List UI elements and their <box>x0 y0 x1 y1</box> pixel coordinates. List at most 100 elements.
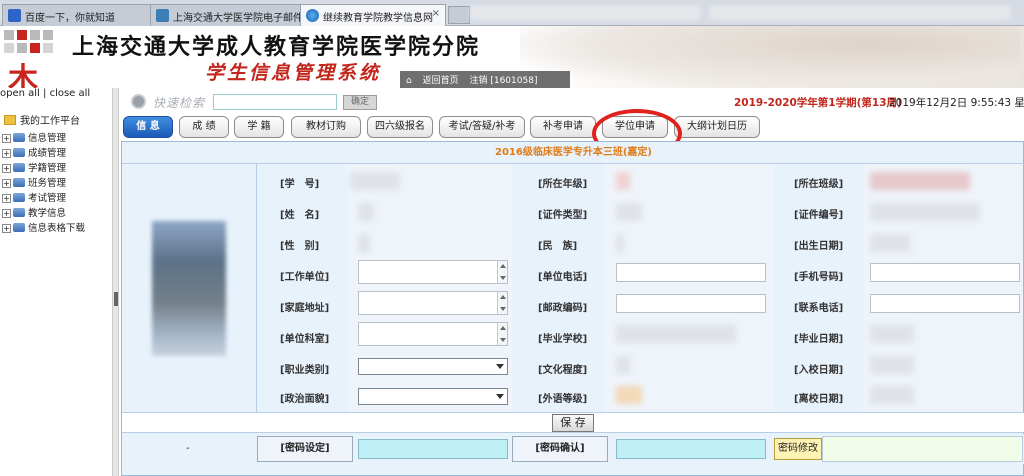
scroll-arrows-icon[interactable] <box>497 261 507 283</box>
expand-icon[interactable]: + <box>2 149 11 158</box>
tab-status[interactable]: 学 籍 <box>234 116 284 138</box>
unit-phone-field[interactable] <box>616 263 766 282</box>
tree-controls-separator: | <box>43 88 47 99</box>
student-photo <box>152 221 226 356</box>
banner-decoration <box>520 26 1020 88</box>
browser-tab-mail[interactable]: 上海交通大学医学院电子邮件... <box>150 4 302 26</box>
sidebar-item-grades[interactable]: + 成绩管理 <box>2 145 66 159</box>
scroll-arrows-icon[interactable] <box>497 292 507 314</box>
occupation-select[interactable] <box>358 358 508 375</box>
field-label: [出生日期] <box>794 241 844 252</box>
open-all-link[interactable]: open all <box>0 88 40 99</box>
sidebar-item-downloads[interactable]: + 信息表格下载 <box>2 220 85 234</box>
sidebar-item-label: 学籍管理 <box>28 163 67 174</box>
expand-icon[interactable]: + <box>2 224 11 233</box>
field-label: [联系电话] <box>794 303 844 314</box>
mobile-field[interactable] <box>870 263 1020 282</box>
tab-info[interactable]: 信 息 <box>123 116 173 138</box>
close-all-link[interactable]: close all <box>50 88 91 99</box>
expand-icon[interactable]: + <box>2 134 11 143</box>
tab-textbook[interactable]: 教材订购 <box>291 116 361 138</box>
sidebar-item-exam[interactable]: + 考试管理 <box>2 190 66 204</box>
leave-date-value <box>870 386 914 404</box>
home-address-field[interactable] <box>358 291 508 315</box>
class-title: 2016级临床医学专升本三班(嘉定) <box>122 142 1024 164</box>
tab-grades[interactable]: 成 绩 <box>179 116 229 138</box>
expand-icon[interactable]: + <box>2 209 11 218</box>
field-label: [入校日期] <box>794 365 844 376</box>
sidebar-item-teaching[interactable]: + 教学信息 <box>2 205 66 219</box>
sidebar-item-status[interactable]: + 学籍管理 <box>2 160 66 174</box>
field-label: [职业类别] <box>280 365 330 376</box>
field-label: [性 别] <box>280 241 320 252</box>
search-input[interactable] <box>213 94 337 110</box>
sidebar-item-class[interactable]: + 班务管理 <box>2 175 66 189</box>
contact-phone-field[interactable] <box>870 294 1020 313</box>
field-label: [学 号] <box>280 179 320 190</box>
top-links-bar: ⌂ 返回首页 注销 [1601058] <box>400 71 570 88</box>
gender-value <box>358 234 370 252</box>
datetime-text: 2019年12月2日 9:55:43 星期一 <box>889 97 1024 109</box>
tree-root[interactable]: 我的工作平台 <box>4 112 80 127</box>
new-tab-button[interactable] <box>448 6 470 24</box>
sidebar-item-label: 考试管理 <box>28 193 67 204</box>
password-set-input[interactable] <box>358 439 508 459</box>
save-button[interactable]: 保 存 <box>552 414 594 432</box>
student-id-value <box>350 172 400 190</box>
mail-favicon-icon <box>156 9 169 22</box>
browser-tab-active[interactable]: 继续教育学院教学信息网 × <box>300 4 446 26</box>
baidu-favicon-icon <box>8 9 21 22</box>
field-label: [手机号码] <box>794 272 844 283</box>
field-label: [政治面貌] <box>280 394 330 405</box>
tab-syllabus[interactable]: 大纲计划日历 <box>674 116 760 138</box>
search-label: 快速检索 <box>153 96 206 110</box>
close-tab-icon[interactable]: × <box>432 8 440 19</box>
password-modify-button[interactable]: 密码修改 <box>774 438 822 460</box>
value-column <box>863 164 1023 412</box>
field-label: [文化程度] <box>538 365 588 376</box>
browser-tab-strip: 百度一下，你就知道 上海交通大学医学院电子邮件... 继续教育学院教学信息网 × <box>0 0 1024 26</box>
foreign-language-value <box>616 386 642 404</box>
field-label: [民 族] <box>538 241 578 252</box>
search-confirm-button[interactable]: 确定 <box>343 95 377 110</box>
expand-icon[interactable]: + <box>2 194 11 203</box>
grade-value <box>616 172 630 190</box>
expand-icon[interactable]: + <box>2 179 11 188</box>
field-label: [离校日期] <box>794 394 844 405</box>
tab-exam[interactable]: 考试/答疑/补考 <box>439 116 525 138</box>
search-row: 快速检索 确定 2019-2020学年第1学期(第13周) 2019年12月2日… <box>121 92 1024 112</box>
work-unit-field[interactable] <box>358 260 508 284</box>
return-home-link[interactable]: 返回首页 <box>423 76 459 86</box>
postal-code-field[interactable] <box>616 294 766 313</box>
main-tabs: 信 息 成 绩 学 籍 教材订购 四六级报名 考试/答疑/补考 补考申请 学位申… <box>121 114 1024 140</box>
splitter-grip-icon[interactable] <box>114 292 118 306</box>
department-field[interactable] <box>358 322 508 346</box>
enroll-date-value <box>870 356 914 374</box>
field-label: [单位科室] <box>280 334 330 345</box>
password-confirm-input[interactable] <box>616 439 766 459</box>
password-row: - [密码设定] [密码确认] 密码修改 <box>122 434 1024 464</box>
birth-date-value <box>870 234 910 252</box>
political-status-select[interactable] <box>358 388 508 405</box>
logout-link[interactable]: 注销 [1601058] <box>469 76 537 86</box>
panel-splitter[interactable] <box>113 88 119 476</box>
education-value <box>616 356 630 374</box>
chevron-down-icon <box>496 364 504 369</box>
folder-icon <box>13 208 25 217</box>
term-text: 2019-2020学年第1学期(第13周) <box>734 97 902 109</box>
sidebar-item-info[interactable]: + 信息管理 <box>2 130 66 144</box>
folder-icon <box>13 163 25 172</box>
field-label: [工作单位] <box>280 272 330 283</box>
scroll-arrows-icon[interactable] <box>497 323 507 345</box>
id-type-value <box>616 203 642 221</box>
tab-makeup[interactable]: 补考申请 <box>530 116 596 138</box>
folder-icon <box>13 148 25 157</box>
sidebar-item-label: 班务管理 <box>28 178 67 189</box>
field-label: [所在班级] <box>794 179 844 190</box>
browser-tab-baidu[interactable]: 百度一下，你就知道 <box>2 4 152 26</box>
left-nav-panel: open all | close all 我的工作平台 + 信息管理 + 成绩管理 … <box>0 88 113 476</box>
tab-cet[interactable]: 四六级报名 <box>367 116 433 138</box>
field-label: [证件编号] <box>794 210 844 221</box>
chevron-down-icon <box>496 394 504 399</box>
expand-icon[interactable]: + <box>2 164 11 173</box>
